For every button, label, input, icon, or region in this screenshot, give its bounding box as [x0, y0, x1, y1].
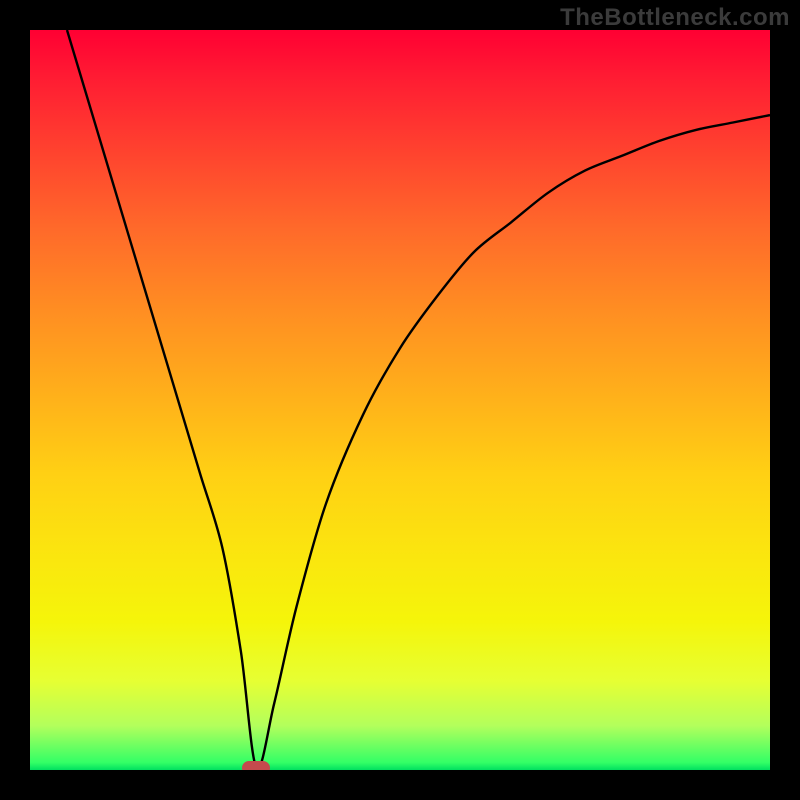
minimum-marker	[242, 761, 270, 770]
bottleneck-curve	[30, 30, 770, 770]
watermark-text: TheBottleneck.com	[560, 4, 790, 32]
curve-path	[67, 30, 770, 769]
plot-area	[30, 30, 770, 770]
chart-stage: TheBottleneck.com	[0, 0, 800, 800]
